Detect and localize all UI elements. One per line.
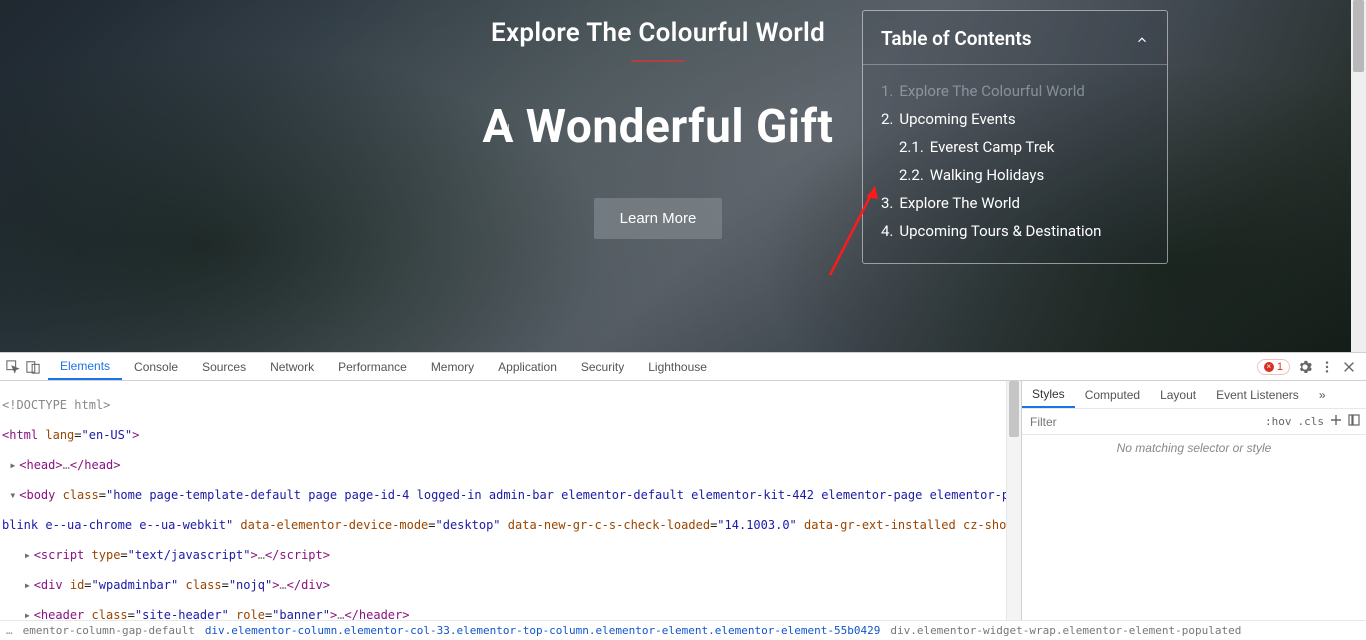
hov-toggle[interactable]: :hov [1265, 415, 1292, 428]
kebab-icon[interactable] [1320, 360, 1334, 374]
breadcrumb-ellipsis[interactable]: … [6, 624, 13, 637]
toc-item-3[interactable]: 3.Explore The World [881, 189, 1149, 217]
tab-layout[interactable]: Layout [1150, 381, 1206, 408]
styles-panel: Styles Computed Layout Event Listeners »… [1021, 381, 1366, 620]
toc-item-1[interactable]: 1.Explore The Colourful World [881, 77, 1149, 105]
styles-empty: No matching selector or style [1022, 435, 1366, 620]
hero-title: A Wonderful Gift [408, 100, 908, 154]
chevron-up-icon[interactable] [1135, 32, 1149, 46]
breadcrumb-item[interactable]: div.elementor-column.elementor-col-33.el… [205, 624, 881, 637]
devtools-tabs: Elements Console Sources Network Perform… [0, 353, 1366, 381]
gear-icon[interactable] [1298, 360, 1312, 374]
toc-item-2[interactable]: 2.Upcoming Events [881, 105, 1149, 133]
computed-toggle-icon[interactable] [1348, 414, 1360, 429]
learn-more-button[interactable]: Learn More [594, 198, 723, 239]
devtools-panel: Elements Console Sources Network Perform… [0, 352, 1366, 640]
toc-title: Table of Contents [881, 27, 1032, 50]
text-cursor [508, 124, 509, 142]
tab-application[interactable]: Application [486, 353, 569, 380]
tab-security[interactable]: Security [569, 353, 636, 380]
tab-sources[interactable]: Sources [190, 353, 258, 380]
device-toggle-icon[interactable] [26, 360, 40, 374]
hero-subtitle: Explore The Colourful World [408, 18, 908, 48]
tab-memory[interactable]: Memory [419, 353, 486, 380]
tab-performance[interactable]: Performance [326, 353, 419, 380]
inspect-icon[interactable] [6, 360, 20, 374]
toc-item-2-2[interactable]: 2.2.Walking Holidays [881, 161, 1149, 189]
toc-item-4[interactable]: 4.Upcoming Tours & Destination [881, 217, 1149, 245]
tab-network[interactable]: Network [258, 353, 326, 380]
hero-section: Explore The Colourful World A Wonderful … [0, 0, 1366, 352]
cls-toggle[interactable]: .cls [1298, 415, 1325, 428]
hero-underline [631, 60, 685, 62]
table-of-contents: Table of Contents 1.Explore The Colourfu… [862, 10, 1168, 264]
page-scrollbar-thumb[interactable] [1353, 0, 1364, 72]
dom-tree[interactable]: <!DOCTYPE html> <html lang="en-US"> ▸<he… [0, 381, 1021, 620]
breadcrumb-item[interactable]: div.elementor-widget-wrap.elementor-elem… [890, 624, 1241, 637]
styles-filter-input[interactable] [1022, 415, 1265, 429]
elements-breadcrumb[interactable]: … ementor-column-gap-default div.element… [0, 620, 1366, 640]
styles-tabs: Styles Computed Layout Event Listeners » [1022, 381, 1366, 409]
tab-computed[interactable]: Computed [1075, 381, 1150, 408]
close-icon[interactable] [1342, 360, 1356, 374]
elements-tree-panel[interactable]: <!DOCTYPE html> <html lang="en-US"> ▸<he… [0, 381, 1021, 620]
elements-scrollbar-thumb[interactable] [1009, 381, 1019, 437]
tab-lighthouse[interactable]: Lighthouse [636, 353, 719, 380]
add-style-icon[interactable] [1330, 414, 1342, 429]
tab-elements[interactable]: Elements [48, 353, 122, 380]
toc-header[interactable]: Table of Contents [863, 11, 1167, 65]
breadcrumb-item[interactable]: ementor-column-gap-default [23, 624, 195, 637]
error-badge[interactable]: × 1 [1257, 359, 1290, 375]
styles-filter-bar: :hov .cls [1022, 409, 1366, 435]
page-scrollbar[interactable] [1351, 0, 1366, 352]
tab-console[interactable]: Console [122, 353, 190, 380]
tab-event-listeners[interactable]: Event Listeners [1206, 381, 1309, 408]
tab-styles[interactable]: Styles [1022, 381, 1075, 408]
error-icon: × [1264, 362, 1274, 372]
toc-item-2-1[interactable]: 2.1.Everest Camp Trek [881, 133, 1149, 161]
hero-content: Explore The Colourful World A Wonderful … [408, 0, 908, 239]
more-tabs-icon[interactable]: » [1309, 381, 1329, 408]
elements-scrollbar[interactable] [1006, 381, 1021, 620]
toc-list: 1.Explore The Colourful World 2.Upcoming… [863, 65, 1167, 263]
